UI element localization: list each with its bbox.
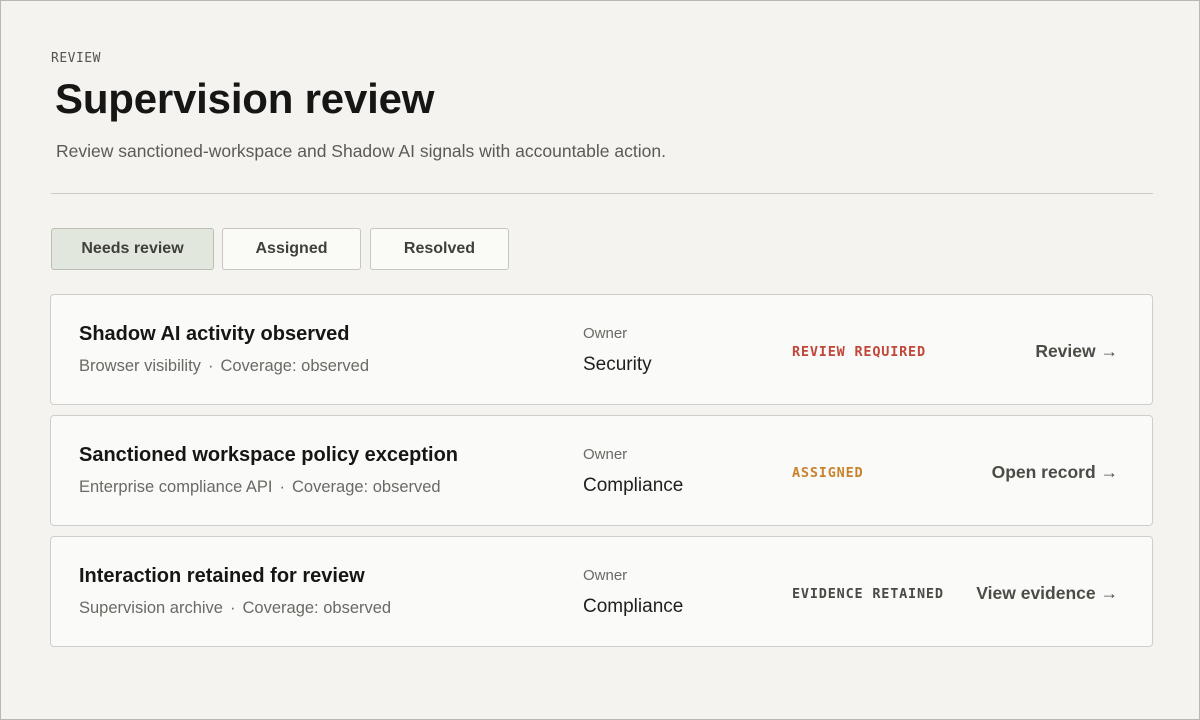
review-link[interactable]: Review → <box>1035 341 1118 362</box>
owner-label: Owner <box>583 325 628 342</box>
owner-label: Owner <box>583 446 628 463</box>
view-evidence-link[interactable]: View evidence → <box>976 583 1118 604</box>
review-item-card[interactable]: Interaction retained for review Supervis… <box>50 536 1153 647</box>
item-source: Enterprise compliance API <box>79 478 273 496</box>
open-record-link[interactable]: Open record → <box>992 462 1118 483</box>
item-meta: Browser visibility · Coverage: observed <box>79 357 369 376</box>
owner-value: Security <box>583 354 652 375</box>
status-badge: REVIEW REQUIRED <box>792 344 926 360</box>
item-meta: Enterprise compliance API · Coverage: obse… <box>79 478 441 497</box>
item-coverage: Coverage: observed <box>242 599 392 617</box>
status-badge: EVIDENCE RETAINED <box>792 586 944 602</box>
tab-assigned[interactable]: Assigned <box>222 228 361 270</box>
app-window: REVIEW Supervision review Review sanctio… <box>0 0 1200 720</box>
item-coverage: Coverage: observed <box>220 357 370 375</box>
owner-label: Owner <box>583 567 628 584</box>
item-title: Interaction retained for review <box>79 565 365 587</box>
meta-separator: · <box>279 478 286 496</box>
section-eyebrow: REVIEW <box>51 51 101 66</box>
item-coverage: Coverage: observed <box>292 478 441 496</box>
status-badge: ASSIGNED <box>792 465 864 481</box>
item-meta: Supervision archive · Coverage: observed <box>79 599 391 618</box>
item-title: Sanctioned workspace policy exception <box>79 444 459 466</box>
tab-needs-review[interactable]: Needs review <box>51 228 214 270</box>
page-title: Supervision review <box>55 75 435 122</box>
owner-value: Compliance <box>583 475 684 496</box>
owner-value: Compliance <box>583 596 684 617</box>
meta-separator: · <box>207 357 214 375</box>
page-subtitle: Review sanctioned-workspace and Shadow A… <box>56 141 666 161</box>
item-source: Supervision archive <box>79 599 223 617</box>
header-divider <box>51 193 1153 194</box>
tab-resolved[interactable]: Resolved <box>370 228 509 270</box>
review-item-card[interactable]: Sanctioned workspace policy exception En… <box>50 415 1153 526</box>
meta-separator: · <box>230 599 236 617</box>
item-title: Shadow AI activity observed <box>79 323 350 345</box>
review-item-card[interactable]: Shadow AI activity observed Browser visi… <box>50 294 1153 405</box>
item-source: Browser visibility <box>79 357 201 375</box>
